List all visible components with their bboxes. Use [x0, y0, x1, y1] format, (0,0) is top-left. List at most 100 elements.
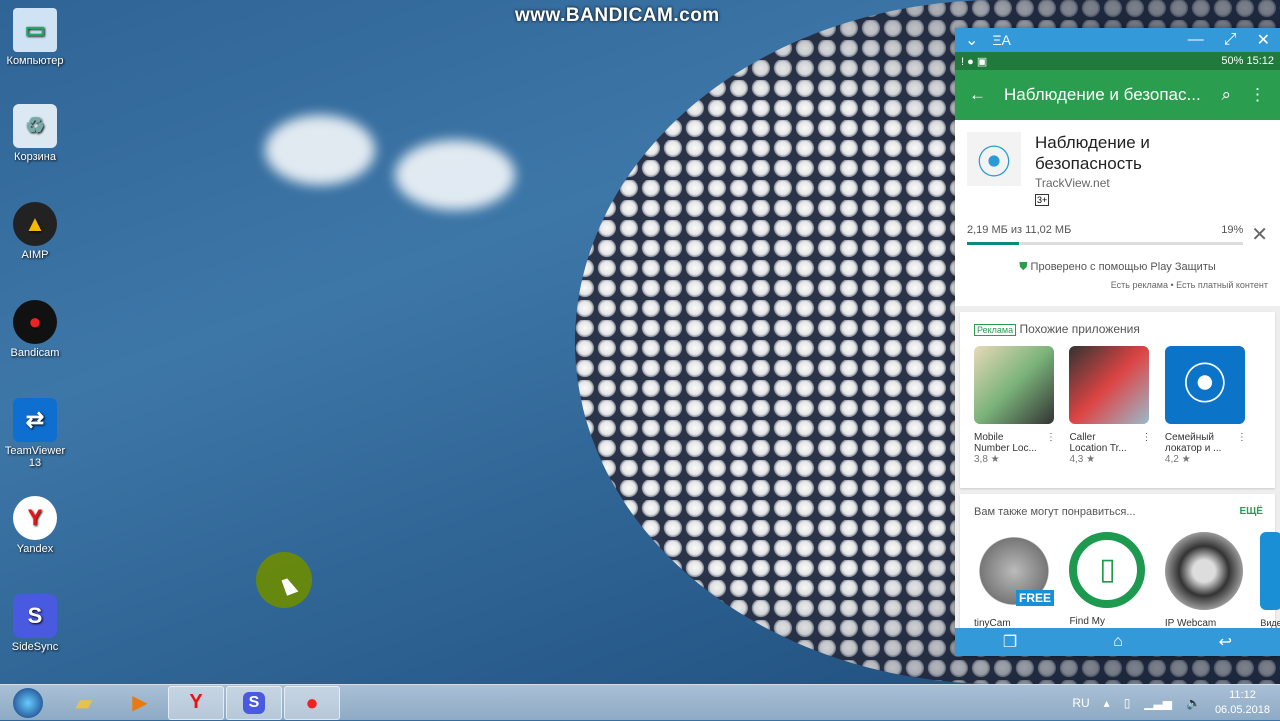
download-size: 2,19 МБ из 11,02 МБ — [967, 224, 1072, 236]
clock[interactable]: 11:12 06.05.2018 — [1215, 688, 1270, 718]
app-title: безопасность — [1035, 154, 1142, 173]
similar-apps-card: Реклама Похожие приложения Mobile Number … — [960, 312, 1275, 488]
notification-icons: ! ● ▣ — [961, 55, 988, 68]
section-title: Похожие приложения — [1019, 322, 1140, 336]
download-progress-bar — [967, 242, 1244, 245]
app-tile[interactable]: FREE tinyCam — [974, 532, 1056, 629]
app-notes: Есть реклама • Есть платный контент — [1110, 280, 1268, 290]
system-tray: RU ▴ ▯ ▁▃▅ 🔈 11:12 06.05.2018 — [1072, 685, 1280, 721]
label: TeamViewer 13 — [4, 445, 66, 469]
app-title: Наблюдение и — [1035, 133, 1150, 152]
bandicam-icon: ● — [13, 300, 57, 344]
yandex-icon: Y — [13, 496, 57, 540]
app-name: Mobile — [974, 432, 1004, 443]
battery-icon[interactable]: ▯ — [1124, 696, 1131, 710]
label: SideSync — [11, 641, 59, 653]
section-title: Вам также могут понравиться... — [974, 506, 1136, 518]
aimp-icon: ▲ — [13, 202, 57, 246]
status-battery-time: 50% 15:12 — [1221, 55, 1274, 67]
taskbar-bandicam[interactable]: ● — [284, 685, 340, 720]
search-icon[interactable]: ⌕ — [1221, 85, 1231, 105]
more-icon[interactable]: ⋮ — [1141, 432, 1151, 443]
windows-logo-icon — [13, 687, 43, 718]
label: AIMP — [21, 249, 49, 261]
desktop-icon-aimp[interactable]: ▲ AIMP — [2, 202, 68, 261]
yandex-icon: Y — [189, 691, 203, 713]
app-tile[interactable]: Mobile Number Loc... 3,8 ★ ⋮ — [974, 346, 1056, 465]
app-name: локатор и ... — [1164, 443, 1222, 454]
window-titlebar: ⌄ ΞA — ⤢ ✕ — [955, 28, 1280, 52]
date: 06.05.2018 — [1214, 704, 1270, 716]
keyboard-icon[interactable]: ΞA — [992, 32, 1010, 48]
age-rating-badge: 3+ — [1035, 194, 1050, 206]
desktop-icon-recycle-bin[interactable]: ♻ Корзина — [2, 104, 68, 163]
collapse-icon[interactable]: ⌄ — [965, 30, 978, 50]
taskbar-media-player[interactable]: ▶ — [112, 686, 168, 720]
app-rating: 4,2 ★ — [1164, 454, 1191, 465]
cloud — [395, 140, 515, 210]
fullscreen-icon[interactable]: ⤢ — [1224, 31, 1237, 49]
start-button[interactable] — [0, 686, 56, 720]
taskbar-sidesync[interactable]: S — [226, 685, 282, 720]
more-icon[interactable]: ⋮ — [1046, 432, 1056, 443]
minimize-icon[interactable]: — — [1188, 31, 1204, 49]
taskbar-yandex[interactable]: Y — [168, 685, 224, 720]
app-name: Find My — [1069, 616, 1106, 627]
taskbar: ▰ ▶ Y S ● RU ▴ ▯ ▁▃▅ 🔈 11:12 06.05.2018 — [0, 684, 1280, 720]
shield-icon: ⛊ — [1019, 261, 1028, 273]
app-name: Caller — [1069, 432, 1096, 443]
app-name: Виде — [1260, 618, 1280, 628]
time: 11:12 — [1229, 689, 1256, 701]
volume-icon[interactable]: 🔈 — [1186, 696, 1201, 710]
label: Корзина — [14, 151, 56, 163]
label: Компьютер — [6, 55, 64, 67]
sidesync-phone-window: ⌄ ΞA — ⤢ ✕ ! ● ▣ 50% 15:12 ← Наблюдение и… — [955, 28, 1280, 656]
app-tile[interactable]: Виде — [1260, 532, 1280, 628]
app-icon: ⦿ — [967, 132, 1021, 186]
free-badge: FREE — [1015, 590, 1054, 606]
app-name: Number Loc... — [974, 443, 1037, 454]
play-protect-text: Проверено с помощью Play Защиты — [1030, 261, 1216, 273]
desktop-icon-sidesync[interactable]: S SideSync — [2, 594, 68, 653]
more-icon[interactable]: ⋮ — [1237, 432, 1247, 443]
desktop-icon-computer[interactable]: ▭ Компьютер — [2, 8, 68, 67]
app-tile-icon: FREE — [974, 532, 1054, 610]
close-icon[interactable]: ✕ — [1257, 30, 1270, 50]
cloud — [265, 115, 375, 185]
app-tile-icon: ▯ — [1069, 532, 1146, 608]
app-tile[interactable]: ▯ Find My — [1069, 532, 1151, 627]
app-tile-icon — [1260, 532, 1280, 610]
language-indicator[interactable]: RU — [1072, 696, 1089, 710]
app-rating: 4,3 ★ — [1069, 454, 1096, 465]
desktop-icon-bandicam[interactable]: ● Bandicam — [2, 300, 68, 359]
media-player-icon: ▶ — [132, 692, 148, 714]
sidesync-icon: S — [13, 594, 57, 638]
signal-icon[interactable]: ▁▃▅ — [1144, 696, 1172, 710]
developer-link[interactable]: TrackView.net — [1035, 176, 1150, 190]
recent-apps-icon[interactable]: ❐ — [1003, 632, 1017, 652]
desktop-icon-yandex[interactable]: Y Yandex — [2, 496, 68, 555]
label: Yandex — [16, 543, 54, 555]
home-icon[interactable]: ⌂ — [1113, 633, 1123, 651]
computer-icon: ▭ — [13, 8, 57, 52]
cancel-download-icon[interactable]: ✕ — [1251, 222, 1268, 247]
taskbar-explorer[interactable]: ▰ — [56, 686, 112, 720]
ad-badge: Реклама — [974, 324, 1017, 336]
folder-icon: ▰ — [75, 689, 93, 715]
back-arrow-icon[interactable]: ← — [969, 85, 986, 105]
progress-fill — [967, 242, 1020, 245]
sidesync-icon: S — [242, 691, 266, 714]
phone-nav-bar: ❐ ⌂ ↩ — [955, 628, 1280, 656]
watermark: www.BANDICAM.com — [515, 5, 720, 26]
app-tile[interactable]: ⦿ Семейный локатор и ... 4,2 ★ ⋮ — [1164, 346, 1247, 465]
app-header: ⦿ Наблюдение и безопасность TrackView.ne… — [955, 120, 1280, 306]
more-button[interactable]: ЕЩЁ — [1239, 506, 1263, 518]
app-tile-icon: ⦿ — [1164, 346, 1245, 424]
back-icon[interactable]: ↩ — [1219, 632, 1232, 652]
recycle-bin-icon: ♻ — [13, 104, 57, 148]
desktop-icon-teamviewer[interactable]: ⇄ TeamViewer 13 — [2, 398, 68, 469]
app-tile[interactable]: Caller Location Tr... 4,3 ★ ⋮ — [1069, 346, 1151, 465]
more-icon[interactable]: ⋮ — [1249, 85, 1266, 105]
show-hidden-icons[interactable]: ▴ — [1104, 696, 1110, 710]
app-tile[interactable]: IP Webcam — [1164, 532, 1247, 629]
